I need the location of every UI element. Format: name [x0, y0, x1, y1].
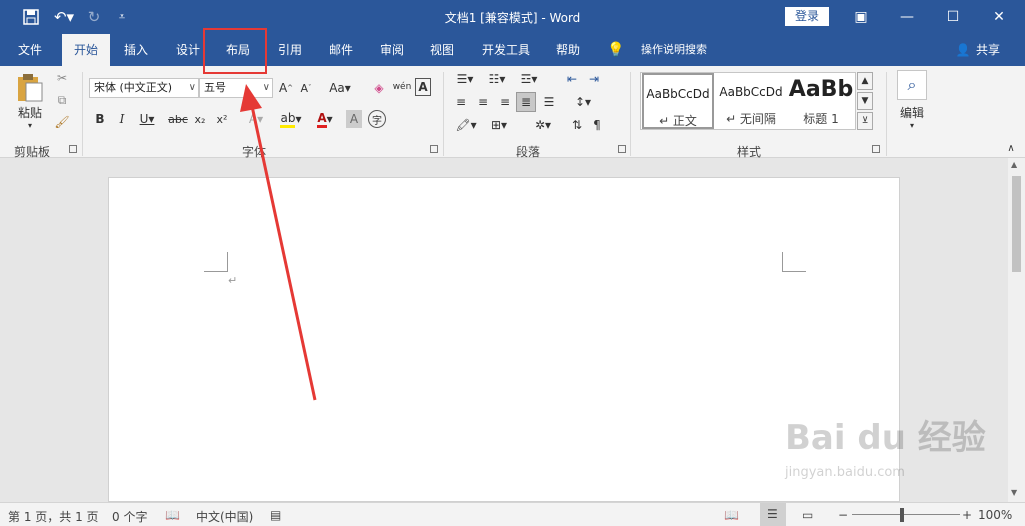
watermark-logo: Bai du 经验 jingyan.baidu.com [785, 410, 986, 500]
watermark-text: Bai du 经验 [785, 418, 986, 458]
watermark-url: jingyan.baidu.com [785, 465, 905, 480]
